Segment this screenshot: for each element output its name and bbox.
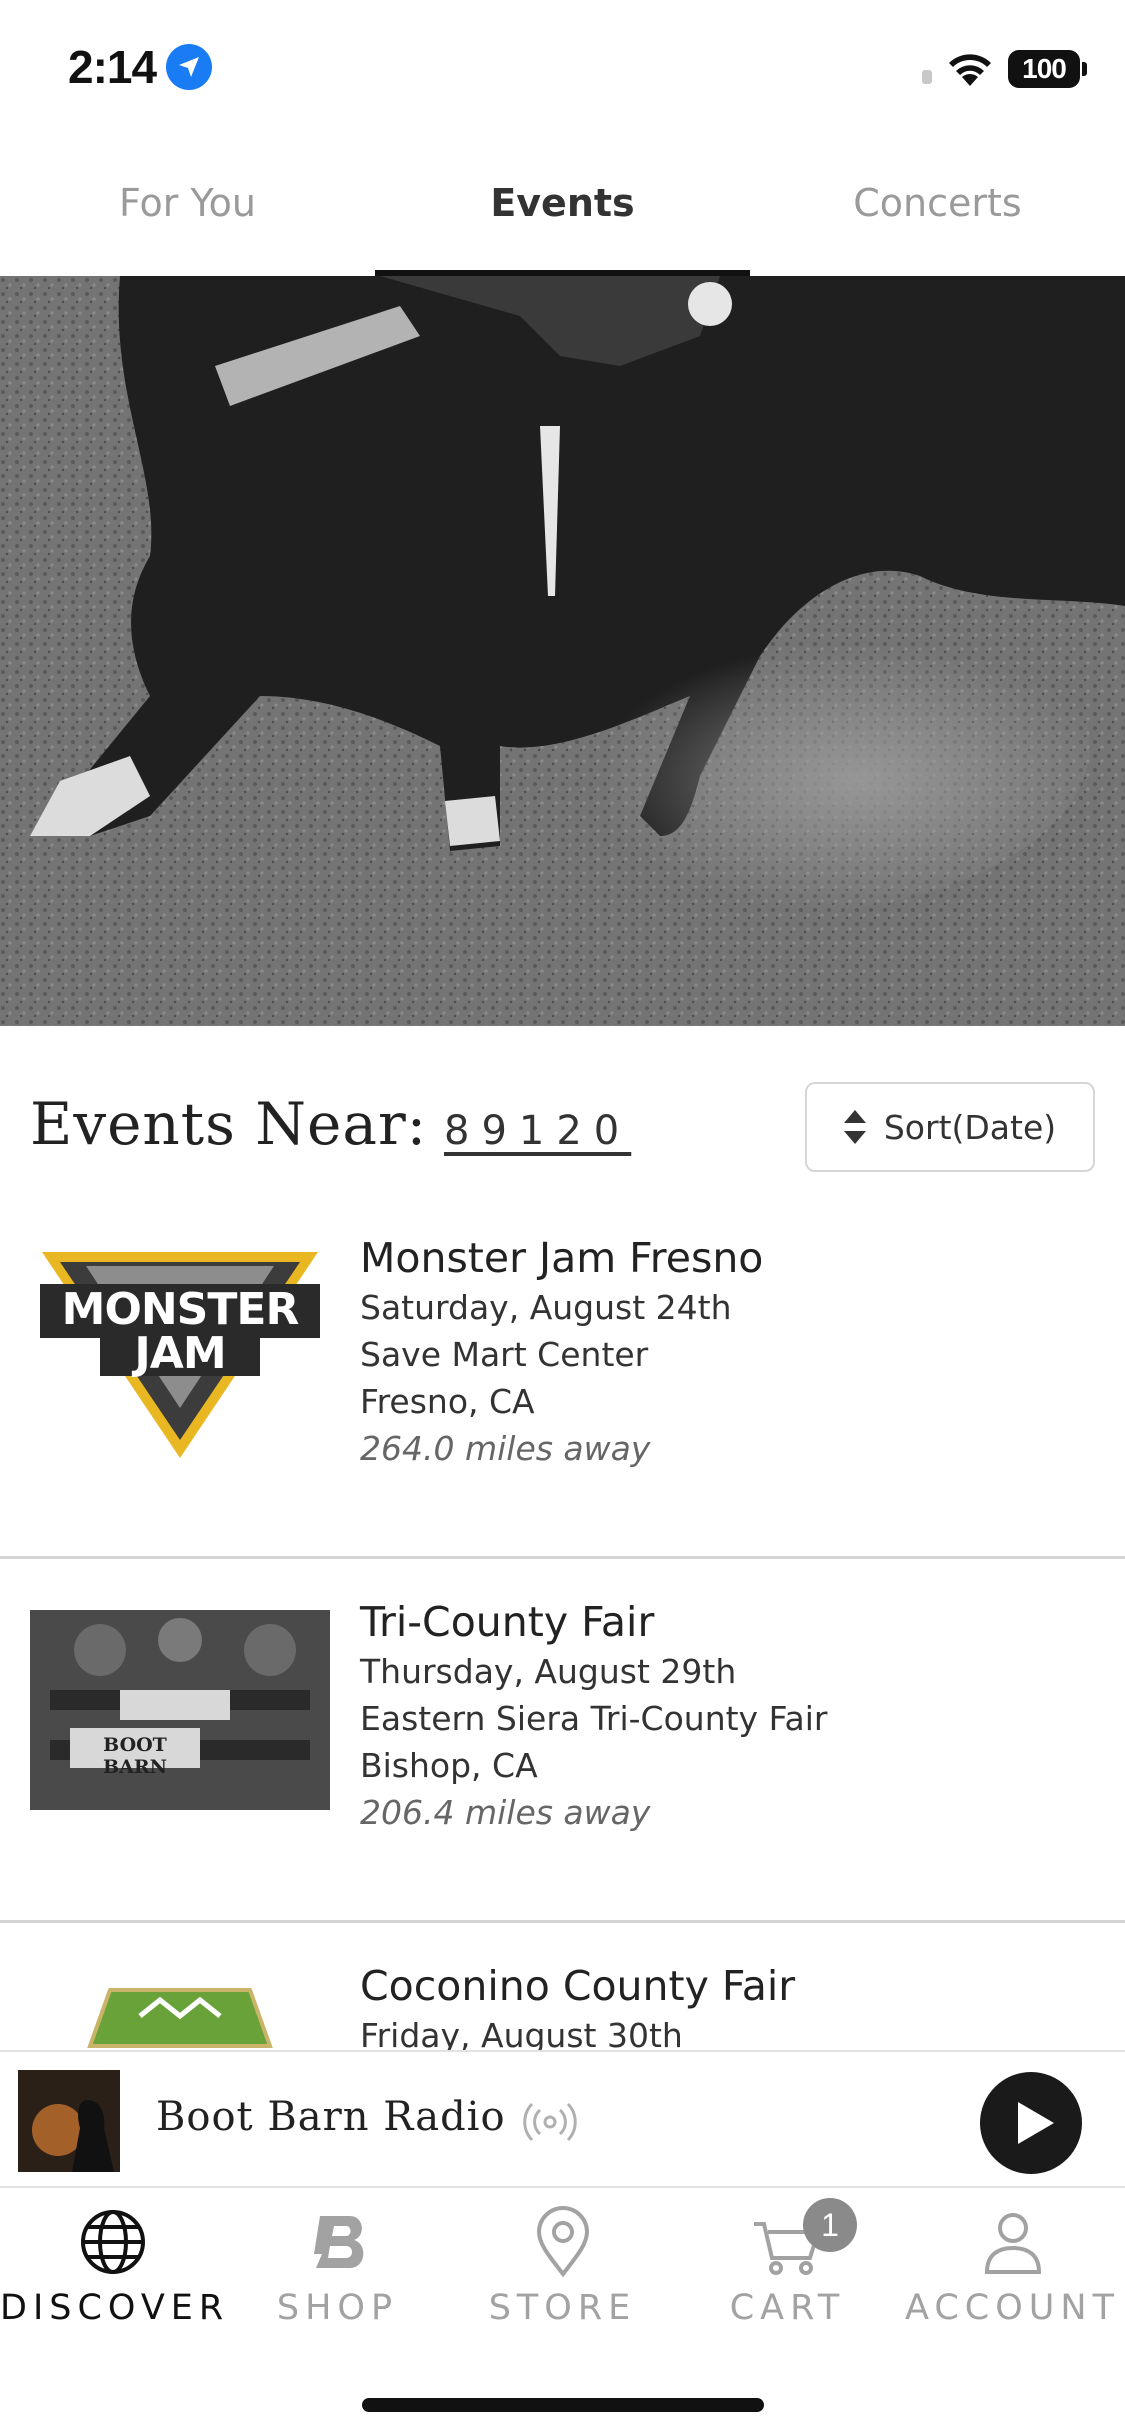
top-tabs: For You Events Concerts — [0, 140, 1125, 276]
cart-count-badge: 1 — [803, 2198, 857, 2252]
event-date: Saturday, August 24th — [360, 1288, 732, 1327]
sort-label: Sort(Date) — [883, 1107, 1057, 1147]
event-venue: Eastern Siera Tri-County Fair — [360, 1699, 828, 1738]
nav-store[interactable]: STORE — [450, 2188, 675, 2368]
monster-jam-logo-text: MONSTER JAM — [61, 1284, 300, 1379]
event-photo-tri-county: BOOT BARN — [30, 1610, 330, 1810]
nav-label: CART — [729, 2288, 846, 2328]
list-divider — [0, 1556, 1125, 1559]
play-button[interactable] — [980, 2072, 1082, 2174]
coconino-fair-logo — [80, 1976, 280, 2050]
person-icon — [984, 2213, 1041, 2274]
broadcast-icon — [523, 2102, 577, 2142]
event-title: Monster Jam Fresno — [360, 1234, 764, 1282]
nav-account[interactable]: ACCOUNT — [900, 2188, 1125, 2368]
play-icon — [1018, 2102, 1054, 2144]
status-time: 2:14 — [68, 41, 157, 93]
event-list-item[interactable]: Coconino County Fair Friday, August 30th — [0, 1958, 1125, 2050]
bottom-nav: DISCOVER SHOP STORE 1 CART ACCOUNT — [0, 2188, 1125, 2368]
nav-shop[interactable]: SHOP — [225, 2188, 450, 2368]
event-date: Thursday, August 29th — [360, 1652, 737, 1691]
zip-code-link[interactable]: 89120 — [444, 1108, 631, 1154]
globe-icon — [80, 2210, 145, 2274]
status-bar: 2:14 100 — [0, 0, 1125, 140]
monster-jam-logo: MONSTER JAM — [30, 1240, 330, 1458]
list-divider — [0, 1920, 1125, 1923]
tab-for-you[interactable]: For You — [0, 140, 375, 276]
event-venue: Save Mart Center — [360, 1335, 649, 1374]
sort-button[interactable]: Sort(Date) — [805, 1082, 1095, 1172]
event-location: Fresno, CA — [360, 1382, 535, 1421]
tab-concerts[interactable]: Concerts — [750, 140, 1125, 276]
event-title: Tri-County Fair — [360, 1598, 655, 1646]
event-list-item[interactable]: BOOT BARN Tri-County Fair Thursday, Augu… — [0, 1594, 1125, 1924]
nav-label: SHOP — [276, 2288, 399, 2328]
tab-events[interactable]: Events — [375, 140, 750, 276]
event-distance: 264.0 miles away — [360, 1429, 651, 1468]
event-distance: 206.4 miles away — [360, 1793, 651, 1832]
nav-label: ACCOUNT — [905, 2288, 1120, 2328]
hero-image — [0, 276, 1125, 1026]
location-arrow-icon — [166, 44, 212, 90]
cellular-signal-icon — [922, 70, 932, 84]
battery-nub — [1082, 62, 1087, 76]
radio-title: Boot Barn Radio — [156, 2094, 506, 2140]
event-info: Tri-County Fair Thursday, August 29th Ea… — [360, 1596, 827, 1836]
event-list-item[interactable]: MONSTER JAM Monster Jam Fresno Saturday,… — [0, 1230, 1125, 1560]
home-indicator[interactable] — [362, 2398, 764, 2412]
nav-label: STORE — [488, 2288, 637, 2328]
event-info: Monster Jam Fresno Saturday, August 24th… — [360, 1232, 763, 1472]
wifi-icon — [949, 54, 991, 86]
battery-indicator: 100 — [1008, 50, 1080, 88]
radio-artwork — [18, 2070, 120, 2172]
boot-barn-banner-text: BOOT BARN — [103, 1734, 167, 1778]
event-location: Bishop, CA — [360, 1746, 538, 1785]
event-title: Coconino County Fair — [360, 1962, 796, 2010]
nav-cart[interactable]: 1 CART — [675, 2188, 900, 2368]
boot-barn-b-icon — [313, 2216, 363, 2268]
events-near-label: Events Near: — [30, 1090, 428, 1158]
map-pin-icon — [536, 2206, 589, 2278]
event-info: Coconino County Fair Friday, August 30th — [360, 1960, 795, 2050]
nav-discover[interactable]: DISCOVER — [0, 2188, 225, 2368]
radio-player-bar[interactable]: Boot Barn Radio — [0, 2050, 1125, 2188]
sort-arrows-icon — [843, 1110, 866, 1144]
event-date: Friday, August 30th — [360, 2016, 683, 2050]
nav-label: DISCOVER — [0, 2288, 230, 2328]
